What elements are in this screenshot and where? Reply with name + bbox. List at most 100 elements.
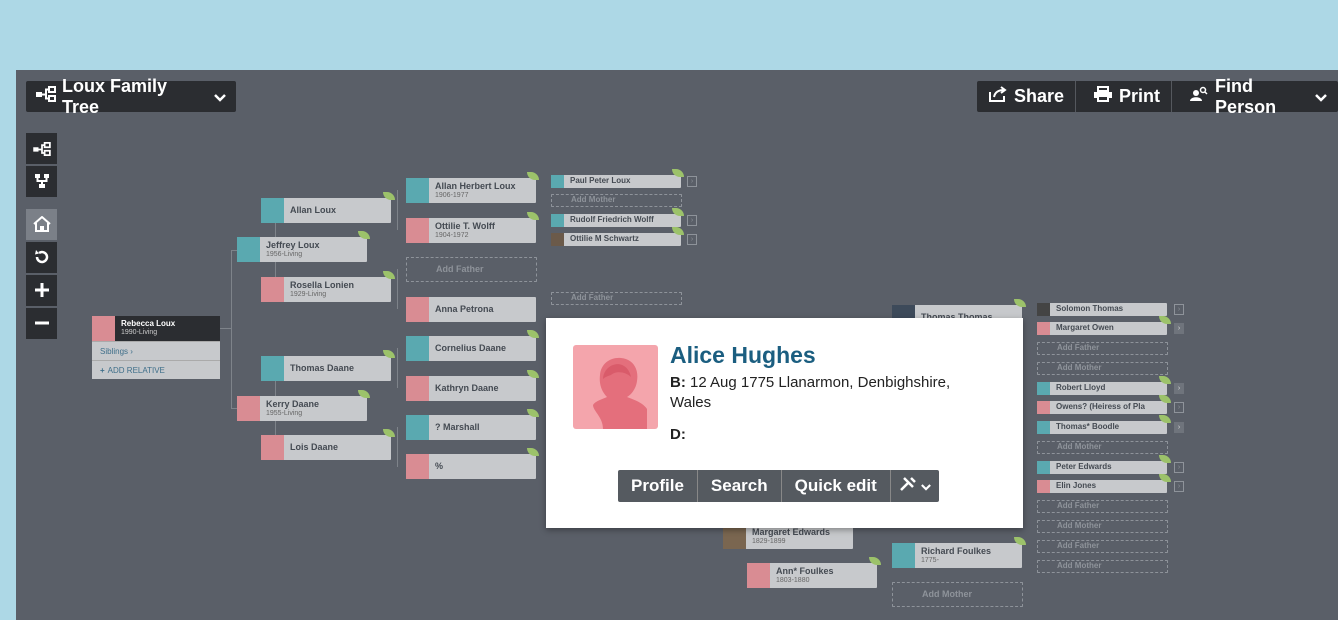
- add-father-placeholder[interactable]: Add Father: [1037, 540, 1168, 553]
- person-name: Allan Herbert Loux: [435, 180, 516, 191]
- male-avatar-icon: [1038, 342, 1051, 355]
- person-name: Solomon Thomas: [1056, 304, 1124, 314]
- reset-button[interactable]: [26, 242, 57, 273]
- popup-person-name[interactable]: Alice Hughes: [670, 342, 816, 369]
- person-card[interactable]: Richard Foulkes 1775-: [892, 543, 1022, 568]
- person-card[interactable]: Kathryn Daane: [406, 376, 536, 401]
- male-avatar-icon: [261, 356, 284, 381]
- person-card[interactable]: Owens? (Heiress of Pla: [1037, 401, 1167, 414]
- print-label: Print: [1119, 86, 1161, 106]
- person-card[interactable]: Ottilie M Schwartz: [551, 233, 681, 246]
- female-silhouette-icon: [573, 345, 658, 429]
- female-avatar-icon: [406, 218, 429, 243]
- print-button[interactable]: Print: [1082, 81, 1173, 112]
- person-card[interactable]: %: [406, 454, 536, 479]
- tree-selector-button[interactable]: Loux Family Tree: [26, 76, 236, 117]
- male-avatar-icon: [892, 543, 915, 568]
- person-card[interactable]: Allan Herbert Loux 1906-1977: [406, 178, 536, 203]
- female-avatar-icon: [406, 376, 429, 401]
- person-card[interactable]: Rosella Lonien 1929-Living: [261, 277, 391, 302]
- add-relative-button[interactable]: + ADD RELATIVE: [92, 360, 220, 379]
- expand-arrow-icon[interactable]: ›: [1174, 383, 1184, 394]
- female-avatar-icon: [237, 396, 260, 421]
- person-card[interactable]: Robert Lloyd: [1037, 382, 1167, 395]
- add-mother-placeholder[interactable]: Add Mother: [1037, 441, 1168, 454]
- find-person-icon: [1189, 86, 1209, 107]
- person-name: %: [435, 460, 444, 471]
- person-name: Thomas* Boodle: [1056, 422, 1120, 432]
- zoom-out-button[interactable]: [26, 308, 57, 339]
- person-card[interactable]: ? Marshall: [406, 415, 536, 440]
- male-avatar-icon: [406, 415, 429, 440]
- person-name: Add Father: [571, 293, 614, 303]
- person-card[interactable]: Jeffrey Loux 1956-Living: [237, 237, 367, 262]
- search-button[interactable]: Search: [698, 470, 782, 502]
- person-card[interactable]: Elin Jones: [1037, 480, 1167, 493]
- person-name: Richard Foulkes: [921, 545, 992, 556]
- add-mother-placeholder[interactable]: Add Mother: [892, 582, 1023, 607]
- male-avatar-icon: [1038, 540, 1051, 553]
- expand-arrow-icon[interactable]: ›: [1174, 422, 1184, 433]
- zoom-in-button[interactable]: [26, 275, 57, 306]
- tools-dropdown-button[interactable]: [891, 470, 939, 502]
- male-avatar-icon: [407, 257, 430, 282]
- add-mother-placeholder[interactable]: Add Mother: [1037, 560, 1168, 573]
- root-person-card[interactable]: Rebecca Loux 1990-Living Siblings › + ADD …: [92, 316, 220, 379]
- siblings-link[interactable]: Siblings ›: [92, 341, 220, 360]
- person-dates: 1906-1977: [435, 191, 469, 199]
- expand-arrow-icon[interactable]: ›: [1174, 323, 1184, 334]
- person-card[interactable]: Margaret Owen: [1037, 322, 1167, 335]
- person-name: Add Mother: [1057, 521, 1102, 531]
- root-person-dates: 1990-Living: [121, 329, 158, 337]
- female-avatar-icon: [1037, 401, 1050, 414]
- person-card[interactable]: Peter Edwards: [1037, 461, 1167, 474]
- find-person-button[interactable]: Find Person: [1178, 76, 1338, 117]
- quick-edit-button[interactable]: Quick edit: [782, 470, 891, 502]
- popup-birth: B: 12 Aug 1775 Llanarmon, Denbighshire, …: [670, 373, 970, 413]
- female-avatar-icon: [552, 194, 565, 207]
- find-person-label: Find Person: [1215, 75, 1277, 117]
- tree-canvas[interactable]: Loux Family Tree Share Print Find Person: [16, 70, 1338, 620]
- home-button[interactable]: [26, 209, 57, 240]
- family-view-button[interactable]: [26, 166, 57, 197]
- expand-arrow-icon[interactable]: ›: [1174, 481, 1184, 492]
- person-name: Kerry Daane: [266, 398, 320, 409]
- person-card[interactable]: Ottilie T. Wolff 1904-1972: [406, 218, 536, 243]
- person-card[interactable]: Lois Daane: [261, 435, 391, 460]
- add-father-placeholder[interactable]: Add Father: [406, 257, 537, 282]
- person-card[interactable]: Rudolf Friedrich Wolff: [551, 214, 681, 227]
- add-mother-placeholder[interactable]: Add Mother: [1037, 362, 1168, 375]
- person-name: Add Father: [1057, 501, 1100, 511]
- person-name: Ann* Foulkes: [776, 565, 834, 576]
- expand-arrow-icon[interactable]: ›: [687, 234, 697, 245]
- person-card[interactable]: Solomon Thomas: [1037, 303, 1167, 316]
- add-mother-placeholder[interactable]: Add Mother: [551, 194, 682, 207]
- person-card[interactable]: Thomas Daane: [261, 356, 391, 381]
- expand-arrow-icon[interactable]: ›: [1174, 402, 1184, 413]
- pedigree-view-button[interactable]: [26, 133, 57, 164]
- add-father-placeholder[interactable]: Add Father: [551, 292, 682, 305]
- expand-arrow-icon[interactable]: ›: [687, 215, 697, 226]
- person-card[interactable]: Ann* Foulkes 1803-1880: [747, 563, 877, 588]
- add-father-placeholder[interactable]: Add Father: [1037, 342, 1168, 355]
- profile-button[interactable]: Profile: [618, 470, 698, 502]
- male-avatar-icon: [551, 175, 564, 188]
- expand-arrow-icon[interactable]: ›: [1174, 304, 1184, 315]
- male-avatar-icon: [1037, 382, 1050, 395]
- person-card[interactable]: Allan Loux: [261, 198, 391, 223]
- popup-actions: Profile Search Quick edit: [618, 470, 939, 502]
- add-mother-placeholder[interactable]: Add Mother: [1037, 520, 1168, 533]
- person-dates: 1955-Living: [266, 409, 303, 417]
- add-father-placeholder[interactable]: Add Father: [1037, 500, 1168, 513]
- person-name: Owens? (Heiress of Pla: [1056, 402, 1145, 412]
- expand-arrow-icon[interactable]: ›: [687, 176, 697, 187]
- person-card[interactable]: Paul Peter Loux: [551, 175, 681, 188]
- share-button[interactable]: Share: [977, 81, 1077, 112]
- person-card[interactable]: Kerry Daane 1955-Living: [237, 396, 367, 421]
- person-card[interactable]: Cornelius Daane: [406, 336, 536, 361]
- expand-arrow-icon[interactable]: ›: [1174, 462, 1184, 473]
- person-name: Cornelius Daane: [435, 342, 507, 353]
- person-card[interactable]: Anna Petrona: [406, 297, 536, 322]
- person-card[interactable]: Thomas* Boodle: [1037, 421, 1167, 434]
- female-avatar-icon: [1037, 480, 1050, 493]
